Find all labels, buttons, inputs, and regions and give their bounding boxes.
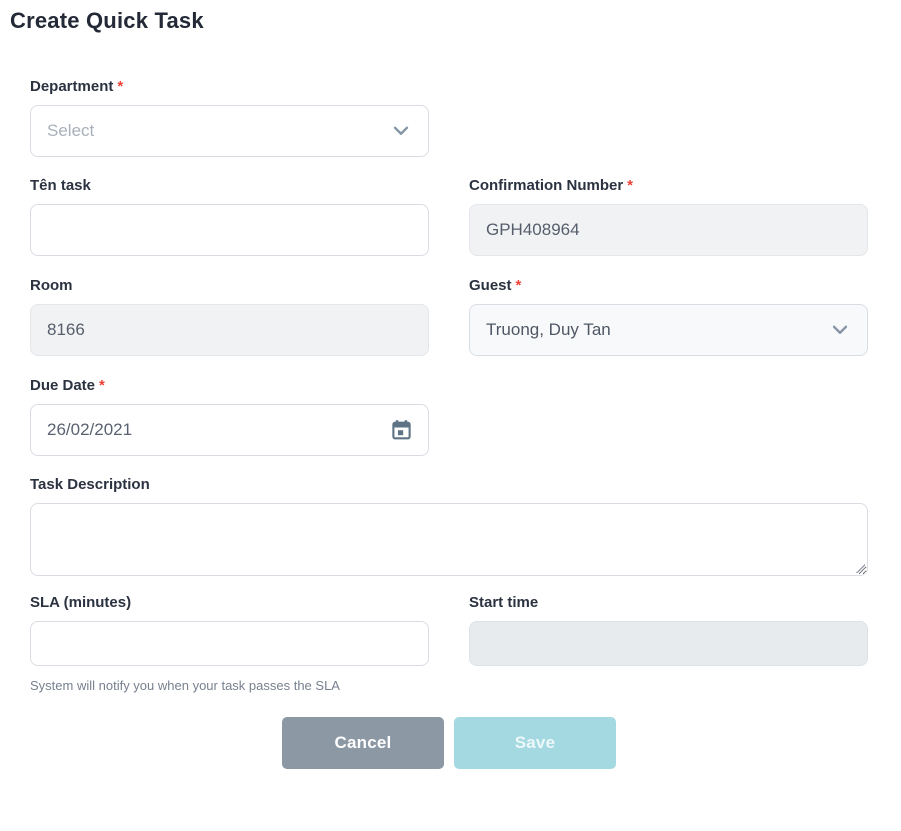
department-label-text: Department [30, 78, 113, 95]
chevron-down-icon [829, 319, 851, 341]
sla-helper-text: System will notify you when your task pa… [30, 678, 429, 693]
create-quick-task-page: Create Quick Task Department* Select Tên… [0, 8, 901, 769]
calendar-icon[interactable] [387, 416, 416, 445]
guest-label-text: Guest [469, 277, 512, 294]
due-date-label-text: Due Date [30, 377, 95, 394]
start-time-label: Start time [469, 594, 868, 612]
sla-label: SLA (minutes) [30, 594, 429, 612]
page-title: Create Quick Task [10, 8, 901, 34]
form-actions: Cancel Save [30, 717, 868, 769]
confirmation-number-label-text: Confirmation Number [469, 177, 623, 194]
confirmation-number-input [469, 204, 868, 256]
room-input [30, 304, 429, 356]
required-asterisk: * [117, 78, 123, 95]
department-label: Department* [30, 78, 429, 96]
required-asterisk: * [99, 377, 105, 394]
start-time-input [469, 621, 868, 666]
guest-select[interactable]: Truong, Duy Tan [469, 304, 868, 356]
required-asterisk: * [516, 277, 522, 294]
confirmation-number-label: Confirmation Number* [469, 177, 868, 195]
department-select[interactable]: Select [30, 105, 429, 157]
task-name-input[interactable] [30, 204, 429, 256]
start-time-label-text: Start time [469, 594, 538, 611]
task-description-textarea[interactable] [30, 503, 868, 576]
cancel-button[interactable]: Cancel [282, 717, 444, 769]
save-button[interactable]: Save [454, 717, 616, 769]
room-label-text: Room [30, 277, 73, 294]
quick-task-form: Department* Select Tên task Confirmation… [0, 78, 901, 769]
task-description-label-text: Task Description [30, 476, 150, 493]
task-description-label: Task Description [30, 476, 868, 494]
sla-label-text: SLA (minutes) [30, 594, 131, 611]
task-name-label: Tên task [30, 177, 429, 195]
due-date-input[interactable] [30, 404, 429, 456]
chevron-down-icon [390, 120, 412, 142]
task-name-label-text: Tên task [30, 177, 91, 194]
guest-select-value: Truong, Duy Tan [486, 320, 611, 340]
guest-label: Guest* [469, 277, 868, 295]
room-label: Room [30, 277, 429, 295]
department-select-value: Select [47, 121, 94, 141]
sla-input[interactable] [30, 621, 429, 666]
due-date-label: Due Date* [30, 377, 429, 395]
required-asterisk: * [627, 177, 633, 194]
